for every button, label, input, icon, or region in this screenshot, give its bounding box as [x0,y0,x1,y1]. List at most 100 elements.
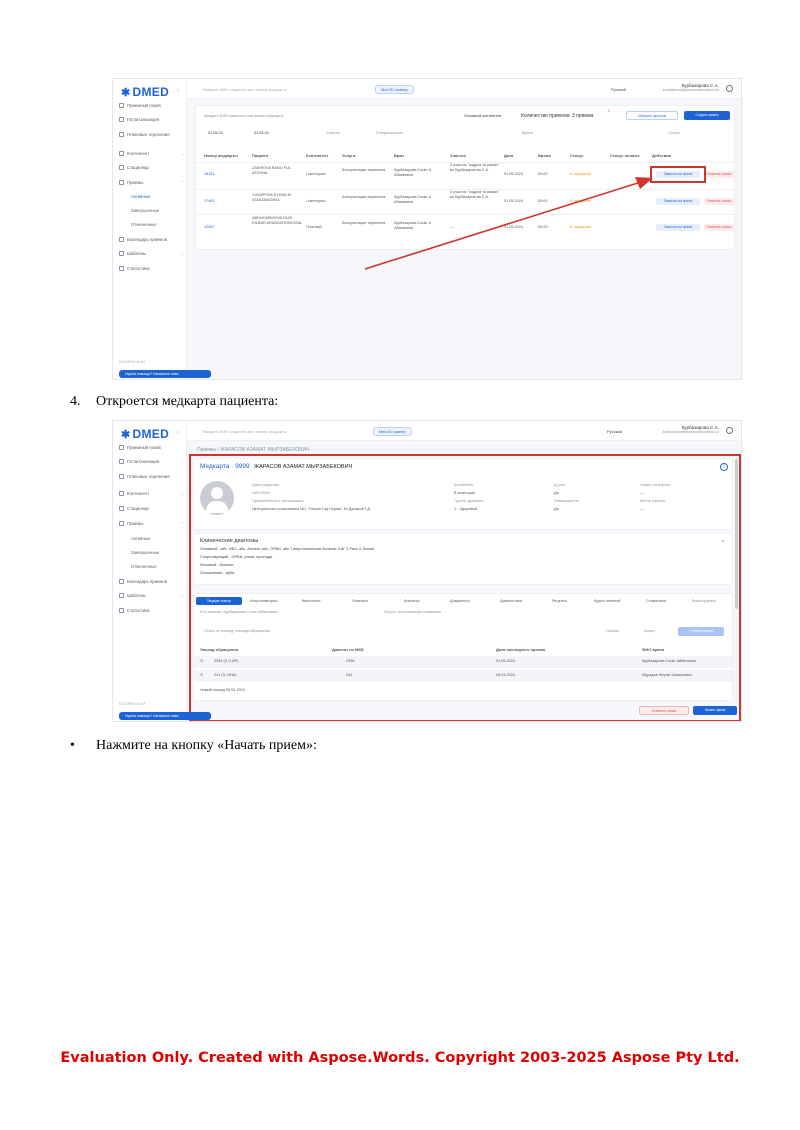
collapse-icon[interactable]: ‹ [177,430,179,436]
chevron-down-icon: ⌄ [181,593,185,598]
templates-icon [119,593,124,598]
tab-examinations[interactable]: Осмотры [352,599,368,603]
screenshot-appointments: ✱ DMED ‹ Приемный покой Госпитализация Пл… [112,78,742,380]
table-row[interactable]: ⊙ 2394 (2-Ч-ИР) 2396 01.05.2024 Курбазар… [194,656,732,668]
new-episode-footer: Новый эпизод 26.04.2024 [200,688,245,692]
tab-prescriptions[interactable]: Рецепты [552,599,567,603]
hospital-icon [119,459,124,464]
ep-cell-episode: 241 (3- ИНА) [214,673,237,677]
sidebar: ✱ DMED ‹ Приемный покой Госпитализация Пл… [113,421,187,721]
topbar: Введите ИИН пациента или номер медкарты … [187,421,741,441]
help-button[interactable]: Нужна помощь? Напишите нам! [119,370,211,378]
contingent-icon [119,491,124,496]
user-avatar-icon[interactable] [726,427,733,434]
patient-name: ЖАРАСОВ АЗАМАТ МЫРЗАБЕКОВИЧ [254,464,353,470]
calendar-icon [119,579,124,584]
language-select[interactable]: Русский [607,429,622,434]
info-label: Контингент [454,483,474,487]
statistics-icon [119,608,124,613]
user-email: kurbazarova@bisnismedicalclinic.kz [662,430,719,434]
sidebar-item-calendar[interactable]: Календарь приемов [119,579,167,584]
breadcrumb: Приемы / ЖАРАСОВ АЗАМАТ МЫРЗАБЕКОВИЧ [197,447,310,453]
diagnosis-main: Основной - абс, ИБС, абс, Ангина, абс, О… [200,547,375,551]
department-icon [119,474,124,479]
avatar [200,481,234,515]
tab-visiogram[interactable]: Визиограмма [692,599,716,603]
appointments-icon [119,521,124,526]
tab-courses[interactable]: Курсы лечений [594,599,621,603]
chevron-down-icon: ⌄ [181,491,185,496]
help-button[interactable]: Нужна помощь? Напишите нам! [119,712,211,720]
ep-col-doctor: ФИО врача [642,647,665,652]
expand-icon[interactable]: ⊙ [200,659,203,664]
service-line: Услуга: Консультация терапевта [384,610,441,614]
info-value: ИИН 9999 [252,491,270,495]
ep-cell-date: 01.05.2024 [496,659,516,663]
expand-icon[interactable]: ⊙ [200,673,203,678]
dmed-logo-icon: ✱ [121,429,131,441]
sidebar-item-contingent[interactable]: Контингент ⌄ [119,491,184,496]
sidebar-subitem-cancelled[interactable]: Отмененные [131,564,157,569]
sidebar-item-stationary[interactable]: Стационар [119,506,149,511]
info-label: Место работы [640,499,665,503]
diagnoses-panel: Клинические диагнозы ⌄ Основной - абс, И… [193,533,733,585]
search-input[interactable]: Введите ИИН пациента или номер медкарты [203,429,287,434]
new-episode-button[interactable]: + Новый эпизод [678,627,724,636]
diagnosis-complication: Осложнение - зубы [200,571,235,575]
ep-cell-doctor: Мурадов Жорэр Шамилович [642,673,693,677]
sidebar-item-appointments[interactable]: Приемы ⌃ [119,521,184,526]
info-value: — [640,507,644,511]
ep-col-date: Дата последнего приема [496,647,546,652]
arrow-head [635,177,653,189]
episode-search-input[interactable]: Поиск по номеру эпизода обращения [204,629,270,633]
info-value: — [640,491,644,495]
sidebar-footer: BIZARMOSUM [119,702,146,706]
tab-kinology[interactable]: Кинология [302,599,320,603]
tab-diagnostics[interactable]: Диагностика [500,599,522,603]
sidebar-subitem-completed[interactable]: Завершенные [131,550,159,555]
dmed-logo: ✱ DMED [121,427,170,441]
diagnosis-background: Фоновый - бронхит [200,563,234,567]
sidebar-item-statistics[interactable]: Статистика [119,608,150,613]
ep-cell-episode: 2394 (2-Ч-ИР) [214,659,239,663]
table-row[interactable]: ⊙ 241 (3- ИНА) 241 06.04.2024 Мурадов Жо… [194,670,732,682]
cancel-reception-button[interactable]: Отменить прием [639,706,689,715]
ep-col-diagnosis: Диагноз по МКБ [332,647,364,652]
chevron-down-icon[interactable]: ⌄ [720,536,726,544]
info-label: Д-учет [554,483,566,487]
sidebar-item-departments[interactable]: Плановые отделения [119,474,170,479]
tab-current[interactable]: Текущие осмотр [196,597,242,605]
ep-cell-date: 06.04.2024 [496,673,516,677]
tab-dentist[interactable]: Стоматолог [646,599,667,603]
bullet-text: Нажмите на кнопку «Начать прием»: [96,738,317,753]
info-value: Да [554,507,559,511]
diagnoses-title: Клинические диагнозы [200,538,259,544]
arrow-shaft [364,181,642,270]
sidebar-subitem-active[interactable]: Активные [131,536,150,541]
tab-documents[interactable]: Документы [450,599,470,603]
filter-to[interactable]: Конец [644,629,655,633]
medcard-header: Медкарта · 9999 ЖАРАСОВ АЗАМАТ МЫРЗАБЕКО… [193,458,733,530]
info-value: Да [554,491,559,495]
avatar-body-icon [206,501,228,513]
watermark: Evaluation Only. Created with Aspose.Wor… [60,1050,740,1066]
sidebar-item-reception[interactable]: Приемный покой [119,445,161,450]
medid-scanner-button[interactable]: Med ID сканер [373,427,412,436]
ep-col-episode: Эпизод обращения [200,647,239,652]
info-label: Группа здоровья [454,499,484,503]
tab-analyses[interactable]: Анализы [404,599,420,603]
sidebar-item-hospitalization[interactable]: Госпитализация [119,459,159,464]
screenshot-medcard: ✱ DMED ‹ Приемный покой Госпитализация Пл… [112,420,742,722]
scrollbar[interactable] [735,459,738,609]
info-icon[interactable]: i [720,463,728,471]
sidebar-item-templates[interactable]: Шаблоны ⌄ [119,593,184,598]
info-value: В категория [454,491,475,495]
start-reception-button[interactable]: Начать прием [693,706,737,715]
info-label: Прикрепление к организации [252,499,304,503]
tab-anthropometry[interactable]: Антропометрия [250,599,277,603]
info-value: 1 - Здоровый [454,507,478,511]
recorded-by: Кто записан: Курбазарова Саule Айбеновна [200,610,278,614]
ep-cell-diagnosis: 241 [346,673,353,677]
filter-from[interactable]: Начало [606,629,619,633]
bullet-marker: • [70,738,75,753]
